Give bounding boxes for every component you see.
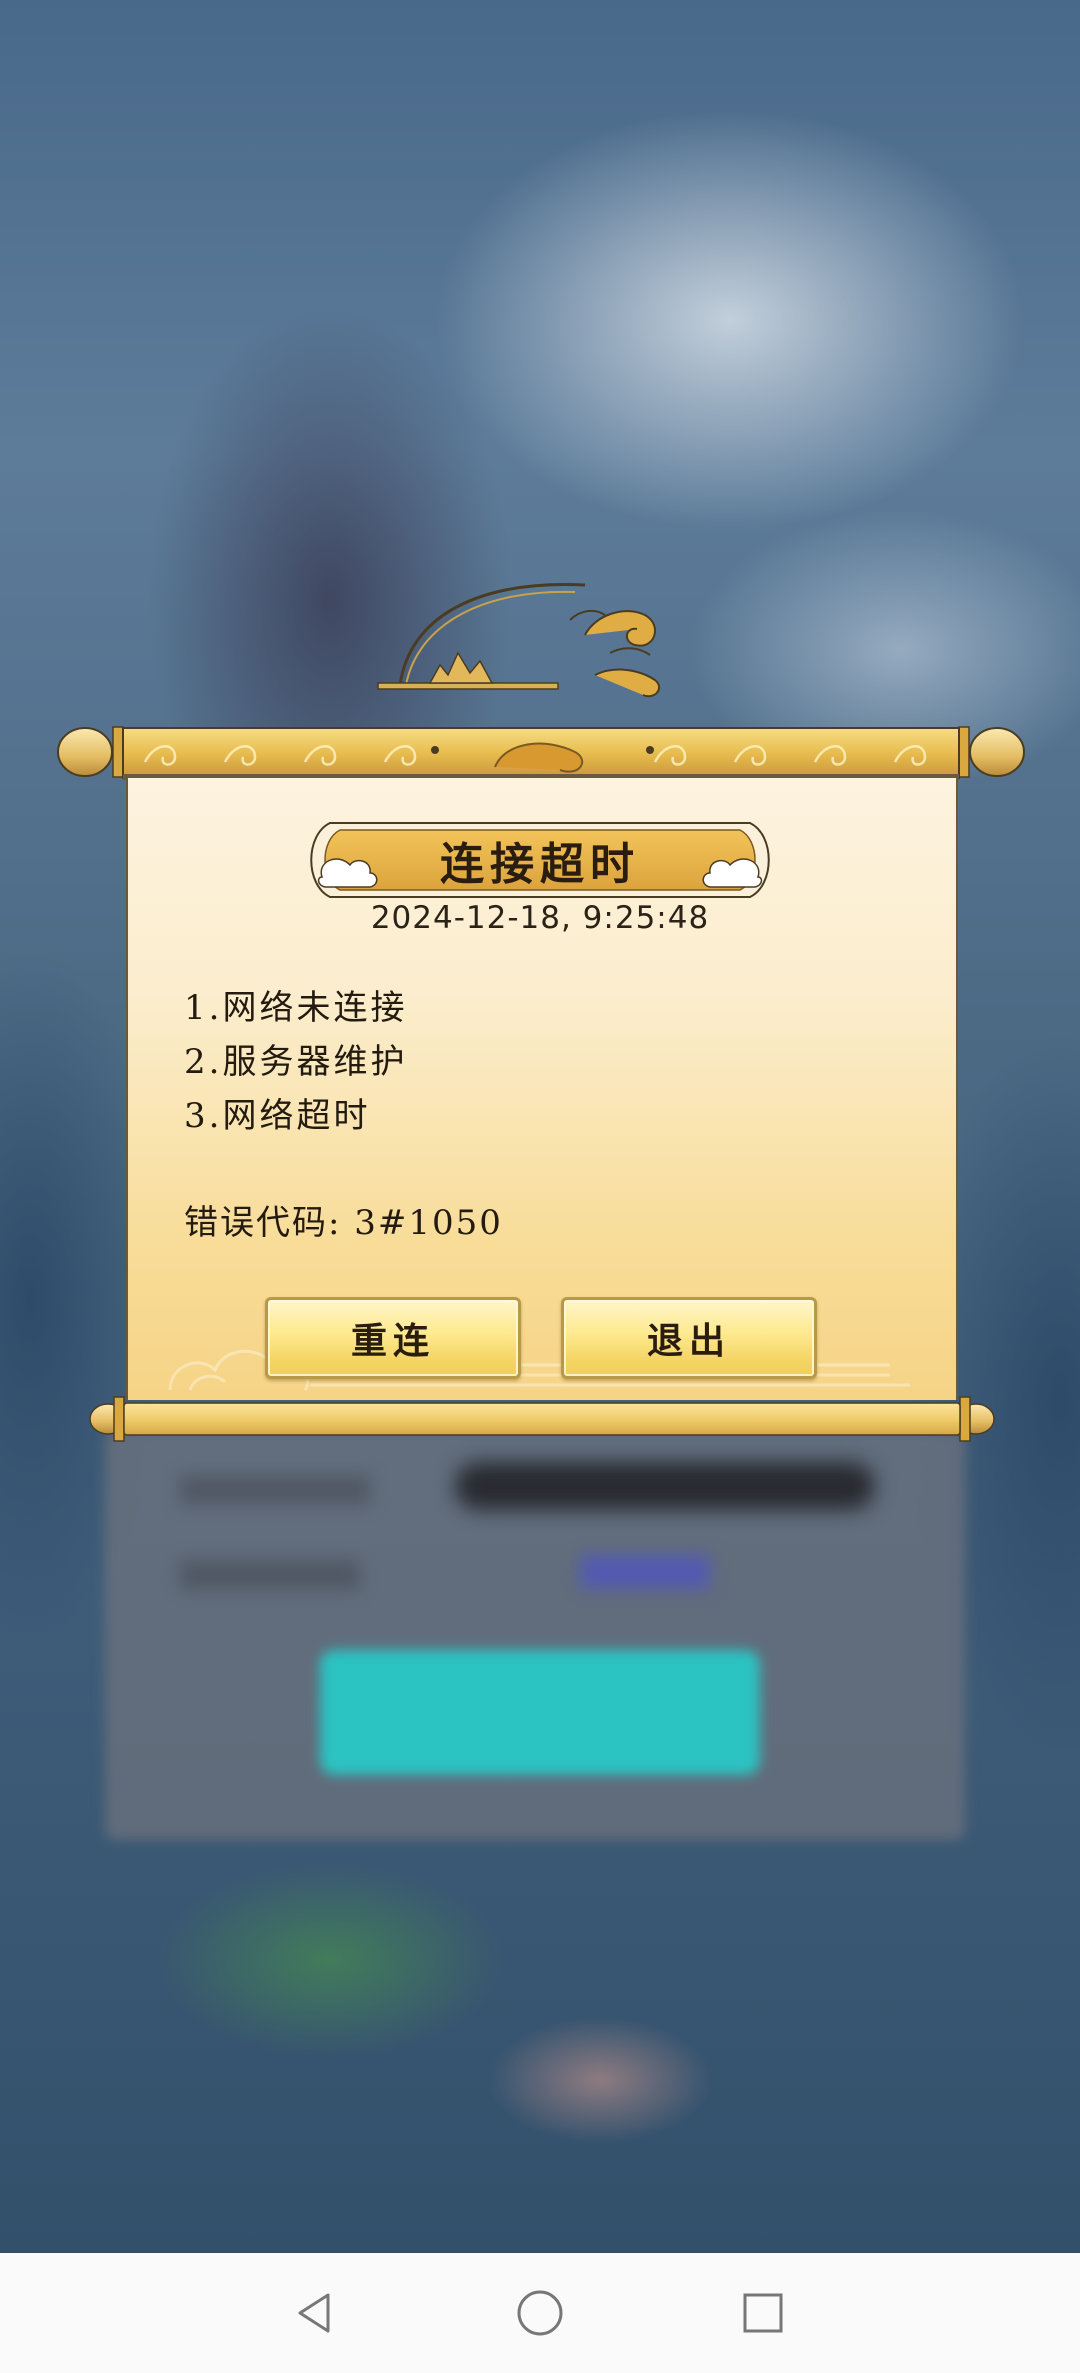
error-code: 错误代码: 3#1050	[184, 1203, 503, 1243]
background-login-link	[580, 1555, 710, 1589]
dialog-title: 连接超时	[440, 839, 640, 890]
recent-apps-icon	[743, 2293, 783, 2333]
reason-item: 2.服务器维护	[184, 1042, 408, 1082]
home-icon	[517, 2290, 563, 2336]
recent-apps-button[interactable]	[733, 2283, 793, 2343]
back-button[interactable]	[284, 2283, 344, 2343]
reason-item: 3.网络超时	[184, 1096, 371, 1136]
background-login-label	[180, 1475, 370, 1505]
exit-button[interactable]: 退出	[561, 1297, 817, 1379]
dialog-timestamp: 2024-12-18, 9:25:48	[370, 900, 710, 936]
reason-item: 1.网络未连接	[184, 988, 408, 1028]
scroll-ornament-icon	[377, 583, 661, 698]
system-navigation-bar	[0, 2253, 1080, 2373]
background-login-input	[455, 1462, 875, 1510]
reconnect-button[interactable]: 重连	[265, 1297, 521, 1379]
scroll-bottom-rod	[89, 1396, 995, 1442]
background-login-button	[320, 1650, 760, 1775]
scroll-top-rod	[57, 726, 1025, 780]
home-button[interactable]	[510, 2283, 570, 2343]
background-login-label-2	[180, 1560, 360, 1590]
back-icon	[298, 2293, 330, 2333]
